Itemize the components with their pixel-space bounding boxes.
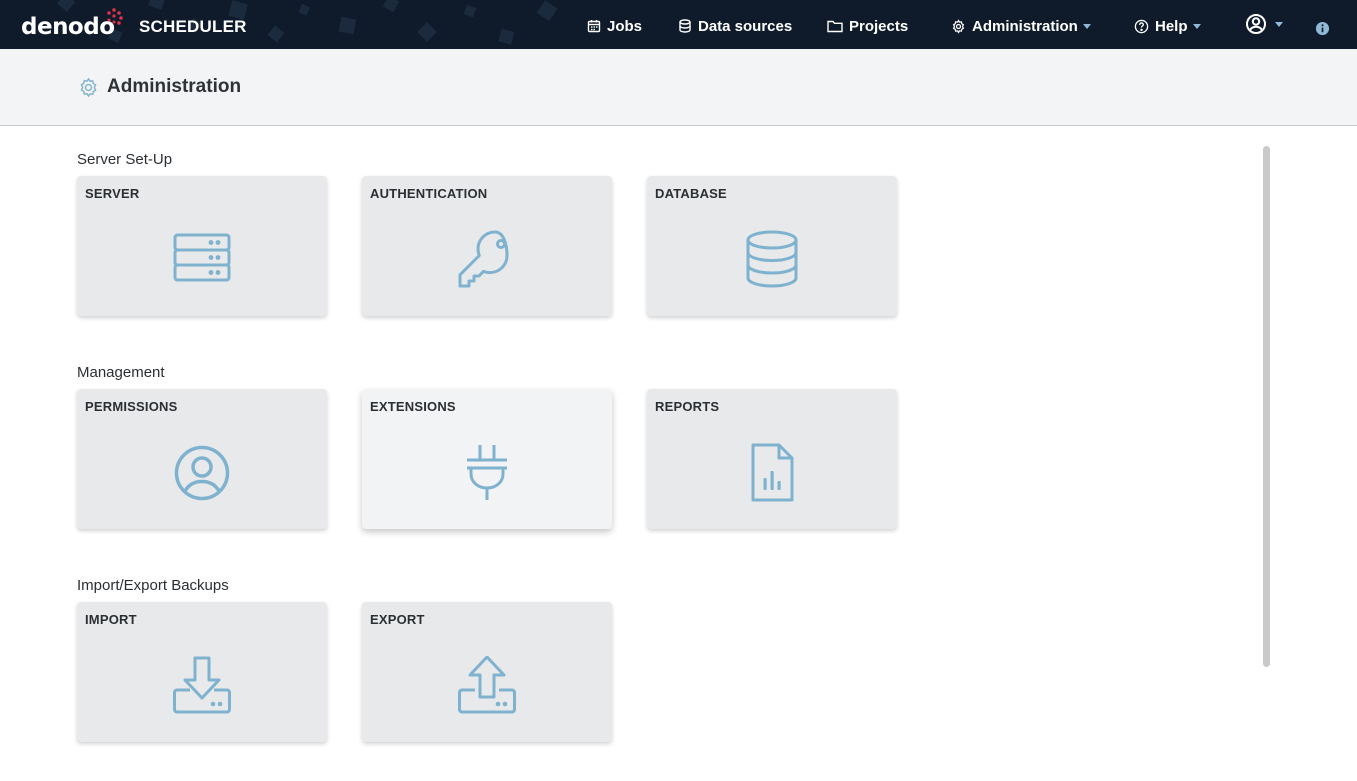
top-navigation-bar: denodo SCHEDULER Jobs Data sources Proje…	[0, 0, 1357, 49]
page-title-wrap: Administration	[78, 76, 241, 98]
card-database[interactable]: DATABASE	[647, 176, 897, 316]
nav-jobs[interactable]: Jobs	[587, 15, 642, 37]
vertical-scrollbar[interactable]	[1263, 146, 1270, 667]
chevron-down-icon	[1275, 21, 1283, 27]
nav-projects[interactable]: Projects	[827, 15, 908, 37]
card-reports[interactable]: REPORTS	[647, 389, 897, 529]
section-title-import-export: Import/Export Backups	[77, 577, 229, 594]
info-icon	[1315, 21, 1330, 35]
card-label: EXTENSIONS	[370, 399, 456, 414]
nav-data-sources[interactable]: Data sources	[678, 15, 792, 37]
server-icon	[173, 233, 231, 282]
page-header: Administration	[0, 49, 1357, 126]
card-import[interactable]: IMPORT	[77, 602, 327, 742]
product-name: SCHEDULER	[139, 17, 247, 36]
card-extensions[interactable]: EXTENSIONS	[362, 389, 612, 529]
nav-administration[interactable]: Administration	[951, 15, 1091, 37]
brand-name: denodo	[21, 14, 115, 40]
denodo-logo[interactable]: denodo	[21, 8, 123, 41]
card-label: SERVER	[85, 186, 140, 201]
card-label: REPORTS	[655, 399, 720, 414]
key-icon	[458, 230, 509, 288]
plug-icon	[467, 445, 507, 500]
database-small-icon	[679, 19, 691, 33]
nav-jobs-label: Jobs	[607, 17, 643, 35]
user-menu[interactable]	[1245, 13, 1283, 35]
database-icon	[746, 230, 798, 288]
help-circle-icon	[1134, 19, 1149, 33]
card-label: EXPORT	[370, 612, 425, 627]
user-account-icon	[1246, 14, 1266, 34]
section-title-management: Management	[77, 364, 165, 381]
card-label: DATABASE	[655, 186, 727, 201]
card-server[interactable]: SERVER	[77, 176, 327, 316]
page-title: Administration	[107, 76, 242, 97]
logo-dots-icon	[107, 8, 123, 25]
card-export[interactable]: EXPORT	[362, 602, 612, 742]
card-label: PERMISSIONS	[85, 399, 178, 414]
import-icon	[173, 656, 231, 714]
info-button[interactable]	[1315, 17, 1336, 39]
nav-projects-label: Projects	[849, 17, 909, 35]
card-authentication[interactable]: AUTHENTICATION	[362, 176, 612, 316]
gear-icon	[80, 77, 97, 97]
folder-icon	[827, 20, 843, 33]
gear-icon	[952, 18, 965, 34]
chevron-down-icon	[1082, 23, 1091, 29]
card-label: AUTHENTICATION	[370, 186, 488, 201]
chevron-down-icon	[1192, 23, 1201, 29]
nav-data-sources-label: Data sources	[698, 17, 793, 35]
export-icon	[458, 656, 516, 714]
nav-administration-label: Administration	[972, 17, 1078, 35]
user-circle-icon	[174, 445, 230, 501]
nav-help-label: Help	[1155, 17, 1188, 35]
calendar-icon	[587, 20, 601, 33]
section-title-server-setup: Server Set-Up	[77, 151, 173, 168]
report-file-icon	[751, 443, 794, 502]
card-permissions[interactable]: PERMISSIONS	[77, 389, 327, 529]
nav-help[interactable]: Help	[1134, 15, 1201, 37]
card-label: IMPORT	[85, 612, 137, 627]
